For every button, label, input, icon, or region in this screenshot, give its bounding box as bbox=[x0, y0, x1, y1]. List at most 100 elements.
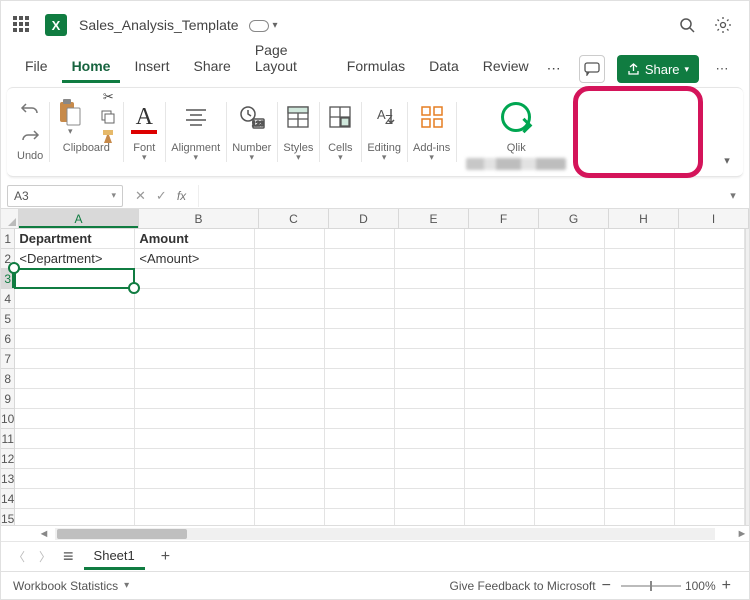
cell[interactable] bbox=[675, 269, 745, 289]
settings-gear-icon[interactable] bbox=[707, 9, 739, 41]
editing-button[interactable]: AZ bbox=[369, 102, 399, 132]
cell[interactable] bbox=[135, 269, 255, 289]
col-header-h[interactable]: H bbox=[609, 209, 679, 228]
cell[interactable] bbox=[605, 389, 675, 409]
col-header-d[interactable]: D bbox=[329, 209, 399, 228]
cell[interactable] bbox=[15, 349, 135, 369]
cell[interactable] bbox=[135, 309, 255, 329]
zoom-out-button[interactable]: − bbox=[596, 577, 617, 595]
sheet-next-button[interactable]: 〉 bbox=[37, 548, 53, 565]
cell[interactable] bbox=[395, 289, 465, 309]
cell[interactable] bbox=[465, 489, 535, 509]
cell[interactable] bbox=[395, 349, 465, 369]
cell[interactable] bbox=[255, 509, 325, 525]
cell[interactable] bbox=[15, 309, 135, 329]
cell[interactable] bbox=[535, 409, 605, 429]
cell[interactable] bbox=[675, 469, 745, 489]
cell[interactable] bbox=[255, 409, 325, 429]
row-header[interactable]: 6 bbox=[1, 329, 14, 349]
cell[interactable] bbox=[15, 449, 135, 469]
cell[interactable] bbox=[135, 469, 255, 489]
cells-area[interactable]: DepartmentAmount <Department><Amount> bbox=[15, 229, 745, 525]
cell-b2[interactable]: <Amount> bbox=[135, 249, 255, 269]
menu-page-layout[interactable]: Page Layout bbox=[245, 36, 333, 83]
cell[interactable] bbox=[465, 509, 535, 525]
col-header-b[interactable]: B bbox=[139, 209, 259, 228]
cell[interactable] bbox=[255, 489, 325, 509]
workbook-stats[interactable]: Workbook Statistics bbox=[13, 579, 118, 593]
menu-more[interactable]: ⋯ bbox=[543, 54, 565, 83]
doc-menu-chevron[interactable]: ▾ bbox=[273, 20, 278, 31]
cell[interactable] bbox=[395, 489, 465, 509]
cell-a3[interactable] bbox=[15, 269, 135, 289]
cell[interactable] bbox=[325, 349, 395, 369]
zoom-level[interactable]: 100% bbox=[685, 579, 716, 593]
cell[interactable] bbox=[135, 429, 255, 449]
styles-menu-chevron[interactable]: ▾ bbox=[296, 152, 301, 163]
cell[interactable] bbox=[135, 449, 255, 469]
cell[interactable] bbox=[605, 309, 675, 329]
search-icon[interactable] bbox=[671, 9, 703, 41]
saved-cloud-icon[interactable] bbox=[249, 19, 267, 31]
fx-icon[interactable]: fx bbox=[177, 189, 186, 203]
row-header[interactable]: 15 bbox=[1, 509, 14, 525]
hscroll-right-arrow[interactable]: ► bbox=[735, 528, 749, 540]
menu-review[interactable]: Review bbox=[473, 52, 539, 83]
cell[interactable] bbox=[395, 469, 465, 489]
cell[interactable] bbox=[395, 429, 465, 449]
cell[interactable] bbox=[325, 429, 395, 449]
cell[interactable] bbox=[535, 269, 605, 289]
cell[interactable] bbox=[605, 269, 675, 289]
cell[interactable] bbox=[255, 229, 325, 249]
cell[interactable] bbox=[675, 489, 745, 509]
sheet-prev-button[interactable]: 〈 bbox=[11, 548, 27, 565]
cell[interactable] bbox=[675, 409, 745, 429]
cell[interactable] bbox=[465, 269, 535, 289]
cut-button[interactable]: ✂ bbox=[99, 89, 117, 105]
cell[interactable] bbox=[325, 229, 395, 249]
cell[interactable] bbox=[605, 289, 675, 309]
redo-button[interactable] bbox=[20, 129, 40, 146]
col-header-f[interactable]: F bbox=[469, 209, 539, 228]
stats-chevron[interactable]: ▾ bbox=[124, 580, 129, 591]
cell[interactable] bbox=[675, 509, 745, 525]
row-header[interactable]: 13 bbox=[1, 469, 14, 489]
cell[interactable] bbox=[535, 509, 605, 525]
number-button[interactable]: 123 bbox=[237, 102, 267, 132]
menu-share[interactable]: Share bbox=[183, 52, 240, 83]
cell[interactable] bbox=[465, 409, 535, 429]
cell[interactable] bbox=[535, 249, 605, 269]
zoom-slider[interactable] bbox=[621, 585, 681, 587]
menu-formulas[interactable]: Formulas bbox=[337, 52, 415, 83]
cell[interactable] bbox=[15, 429, 135, 449]
cell[interactable] bbox=[605, 449, 675, 469]
col-header-i[interactable]: I bbox=[679, 209, 749, 228]
cell[interactable] bbox=[325, 369, 395, 389]
cell[interactable] bbox=[465, 349, 535, 369]
app-launcher-icon[interactable] bbox=[13, 16, 31, 34]
cell[interactable] bbox=[605, 349, 675, 369]
row-header[interactable]: 9 bbox=[1, 389, 14, 409]
editing-menu-chevron[interactable]: ▾ bbox=[382, 152, 387, 163]
cell[interactable] bbox=[535, 289, 605, 309]
addins-menu-chevron[interactable]: ▾ bbox=[429, 152, 434, 163]
cell[interactable] bbox=[535, 369, 605, 389]
row-header[interactable]: 14 bbox=[1, 489, 14, 509]
cell[interactable] bbox=[395, 229, 465, 249]
cell[interactable] bbox=[395, 329, 465, 349]
addins-button[interactable] bbox=[417, 102, 447, 132]
add-sheet-button[interactable]: + bbox=[155, 548, 176, 566]
cell[interactable] bbox=[465, 389, 535, 409]
cell[interactable] bbox=[605, 249, 675, 269]
cell[interactable] bbox=[675, 369, 745, 389]
cancel-formula-icon[interactable]: ✕ bbox=[135, 188, 146, 204]
cell[interactable] bbox=[535, 229, 605, 249]
cell[interactable] bbox=[535, 349, 605, 369]
cell[interactable] bbox=[535, 329, 605, 349]
cell[interactable] bbox=[135, 329, 255, 349]
cell[interactable] bbox=[675, 289, 745, 309]
ribbon-collapse-chevron[interactable]: ▾ bbox=[717, 150, 737, 170]
cell[interactable] bbox=[325, 509, 395, 525]
feedback-link[interactable]: Give Feedback to Microsoft bbox=[450, 579, 596, 593]
row-header[interactable]: 12 bbox=[1, 449, 14, 469]
